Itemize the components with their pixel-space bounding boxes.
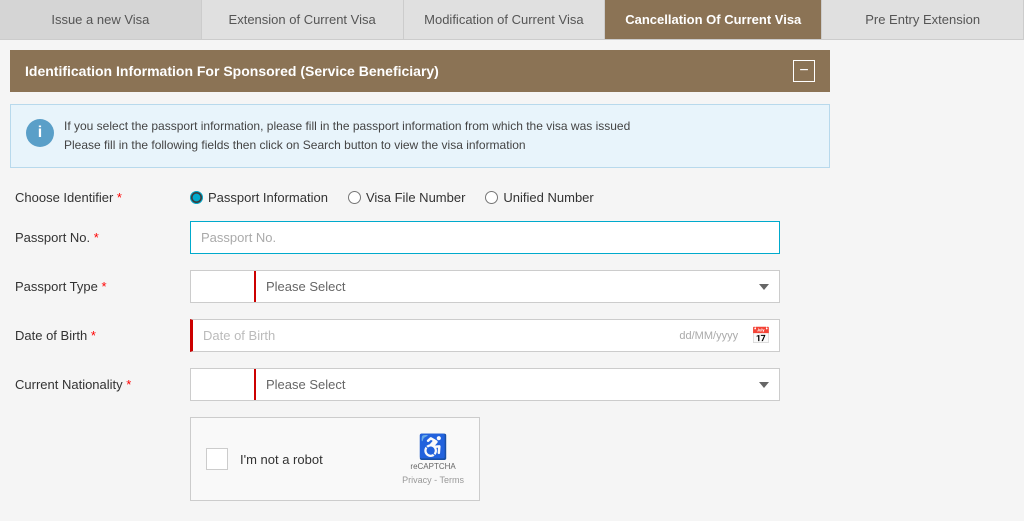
captcha-footer: Privacy - Terms (402, 475, 464, 485)
tab-pre-entry[interactable]: Pre Entry Extension (822, 0, 1024, 39)
passport-type-flag-box (191, 271, 256, 302)
date-of-birth-row: Date of Birth * dd/MM/yyyy 📅 (15, 319, 825, 352)
passport-no-row: Passport No. * (15, 221, 825, 254)
tab-cancellation[interactable]: Cancellation Of Current Visa (605, 0, 822, 39)
info-box: i If you select the passport information… (10, 104, 830, 168)
recaptcha-icon: ♿ (418, 433, 448, 462)
date-of-birth-input[interactable] (193, 320, 674, 351)
radio-passport[interactable]: Passport Information (190, 190, 328, 205)
passport-radio[interactable] (190, 191, 203, 204)
nationality-label: Current Nationality * (15, 377, 190, 392)
nationality-row: Current Nationality * Please Select (15, 368, 825, 401)
visa-file-radio-label: Visa File Number (366, 190, 465, 205)
radio-visa-file[interactable]: Visa File Number (348, 190, 465, 205)
form-section: Choose Identifier * Passport Information… (10, 180, 830, 511)
date-format-hint: dd/MM/yyyy (674, 330, 743, 342)
tab-modification[interactable]: Modification of Current Visa (404, 0, 606, 39)
passport-no-required: * (94, 230, 99, 245)
passport-type-row: Passport Type * Please Select (15, 270, 825, 303)
passport-no-input[interactable] (190, 221, 780, 254)
date-required: * (91, 328, 96, 343)
unified-radio-label: Unified Number (503, 190, 593, 205)
passport-type-select[interactable]: Please Select (256, 271, 779, 302)
passport-no-label: Passport No. * (15, 230, 190, 245)
recaptcha-brand: reCAPTCHA (410, 462, 455, 471)
identifier-radio-group: Passport Information Visa File Number Un… (190, 190, 594, 205)
captcha-box: I'm not a robot ♿ reCAPTCHA Privacy - Te… (190, 417, 480, 501)
visa-file-radio[interactable] (348, 191, 361, 204)
collapse-button[interactable]: − (793, 60, 815, 82)
captcha-checkbox[interactable] (206, 448, 228, 470)
info-line2: Please fill in the following fields then… (64, 136, 630, 155)
nationality-select-wrapper: Please Select (190, 368, 780, 401)
radio-unified[interactable]: Unified Number (485, 190, 593, 205)
passport-radio-label: Passport Information (208, 190, 328, 205)
identifier-required: * (117, 190, 122, 205)
tab-issue-new-visa[interactable]: Issue a new Visa (0, 0, 202, 39)
tab-extension[interactable]: Extension of Current Visa (202, 0, 404, 39)
passport-type-select-wrapper: Please Select (190, 270, 780, 303)
nationality-flag-box (191, 369, 256, 400)
nationality-select[interactable]: Please Select (256, 369, 779, 400)
unified-radio[interactable] (485, 191, 498, 204)
date-of-birth-wrapper: dd/MM/yyyy 📅 (190, 319, 780, 352)
info-line1: If you select the passport information, … (64, 117, 630, 136)
date-of-birth-label: Date of Birth * (15, 328, 190, 343)
captcha-logo: ♿ reCAPTCHA Privacy - Terms (402, 433, 464, 485)
info-text: If you select the passport information, … (64, 117, 630, 155)
passport-type-required: * (102, 279, 107, 294)
calendar-icon[interactable]: 📅 (743, 321, 779, 351)
main-content: Identification Information For Sponsored… (0, 50, 840, 521)
tab-bar: Issue a new VisaExtension of Current Vis… (0, 0, 1024, 40)
captcha-label: I'm not a robot (240, 452, 390, 467)
section-title: Identification Information For Sponsored… (25, 63, 439, 79)
info-icon: i (26, 119, 54, 147)
identifier-label: Choose Identifier * (15, 190, 190, 205)
passport-type-label: Passport Type * (15, 279, 190, 294)
nationality-required: * (126, 377, 131, 392)
section-header: Identification Information For Sponsored… (10, 50, 830, 92)
identifier-row: Choose Identifier * Passport Information… (15, 190, 825, 205)
